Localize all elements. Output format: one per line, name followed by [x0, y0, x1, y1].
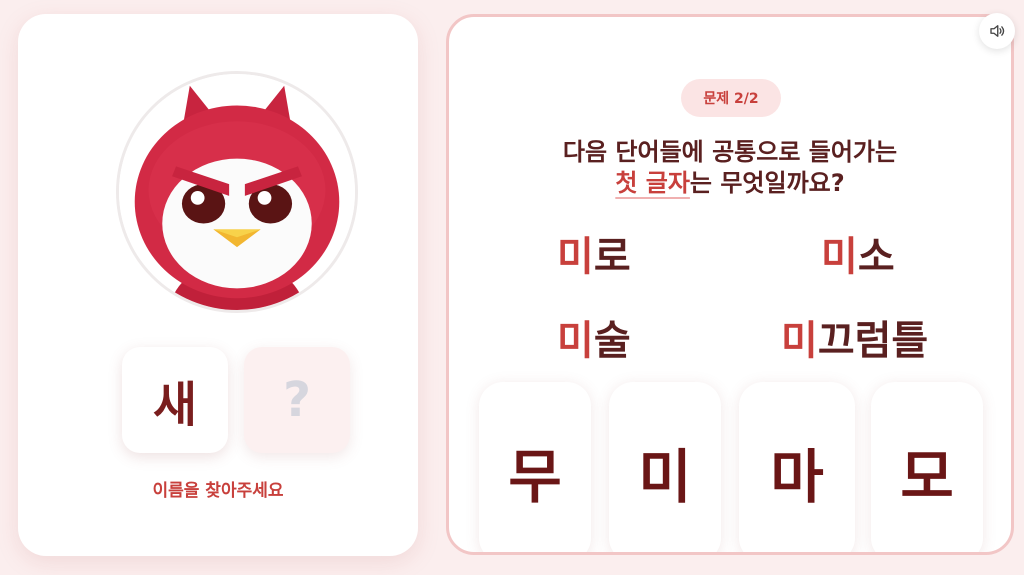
- red-owl-mascot-image: [119, 74, 355, 310]
- word-first-letter: 미: [821, 234, 858, 280]
- sound-button[interactable]: [979, 13, 1015, 49]
- word-item: 미술: [557, 308, 631, 366]
- word-first-letter: 미: [557, 234, 594, 280]
- word-first-letter: 미: [781, 318, 818, 364]
- word-item: 미소: [821, 224, 895, 282]
- word-rest: 술: [593, 318, 631, 364]
- mascot-avatar: [116, 71, 358, 313]
- character-card: 새 ? 이름을 찾아주세요: [18, 14, 418, 556]
- hint-text: 이름을 찾아주세요: [152, 481, 284, 501]
- word-item: 미끄럼틀: [781, 308, 928, 366]
- answer-option-4[interactable]: 모: [871, 382, 983, 552]
- question-line-1: 다음 단어들에 공통으로 들어가는: [562, 138, 898, 166]
- word-rest: 소: [857, 234, 895, 280]
- question-rest: 는 무엇일까요?: [689, 169, 845, 197]
- question-counter-badge: 문제 2/2: [681, 79, 781, 117]
- answer-option-2[interactable]: 미: [609, 382, 721, 552]
- unknown-letter-tile[interactable]: ?: [244, 347, 350, 453]
- known-letter-tile: 새: [122, 347, 228, 453]
- word-first-letter: 미: [557, 318, 594, 364]
- question-text: 다음 단어들에 공통으로 들어가는 첫 글자는 무엇일까요?: [449, 137, 1011, 199]
- quiz-card: 문제 2/2 다음 단어들에 공통으로 들어가는 첫 글자는 무엇일까요? 미로…: [446, 14, 1014, 555]
- answer-option-1[interactable]: 무: [479, 382, 591, 552]
- question-line-2: 첫 글자는 무엇일까요?: [449, 168, 1011, 199]
- question-highlight: 첫 글자: [615, 169, 690, 197]
- word-rest: 로: [593, 234, 631, 280]
- speaker-icon: [990, 25, 1005, 37]
- answer-option-3[interactable]: 마: [739, 382, 855, 552]
- word-rest: 끄럼틀: [817, 318, 929, 364]
- word-item: 미로: [557, 224, 631, 282]
